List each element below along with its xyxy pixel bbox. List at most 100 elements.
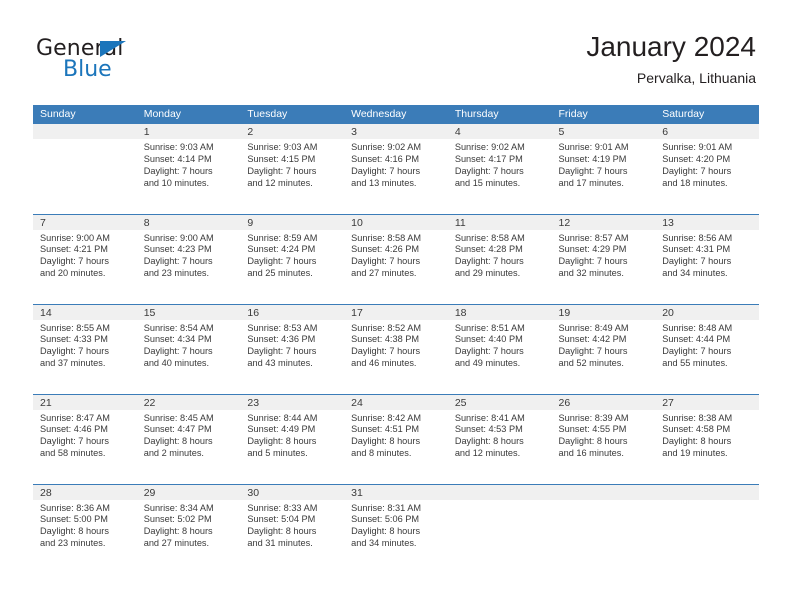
- day-detail-line: Sunset: 4:53 PM: [454, 424, 523, 435]
- day-number: [551, 484, 656, 500]
- day-detail-line: Daylight: 7 hours: [143, 346, 213, 357]
- day-cell-5[interactable]: 5 Sunrise: 9:01 AM Sunset: 4:19 PM Daylight…: [551, 124, 656, 214]
- day-detail-line: Sunrise: 9:03 AM: [143, 142, 214, 152]
- day-details: Sunrise: 8:45 AM Sunset: 4:47 PM Daylight:…: [137, 410, 241, 461]
- calendar-table: Sunday Monday Tuesday Wednesday Thursday Frid…: [33, 105, 759, 574]
- general-blue-logo[interactable]: General Blue: [36, 36, 216, 86]
- day-details: Sunrise: 8:53 AM Sunset: 4:36 PM Daylight:…: [240, 320, 344, 371]
- day-detail-line: Sunrise: 8:31 AM: [351, 502, 422, 513]
- day-detail-line: Daylight: 8 hours: [247, 526, 317, 537]
- day-detail-line: Sunrise: 8:45 AM: [143, 412, 214, 423]
- day-detail-line: Sunset: 4:38 PM: [351, 334, 420, 345]
- day-detail-line: and 49 minutes.: [454, 358, 521, 369]
- day-number: 24: [344, 394, 448, 410]
- day-cell-27[interactable]: 27 Sunrise: 8:38 AM Sunset: 4:58 PM Dayligh…: [655, 393, 759, 484]
- day-detail-line: Sunset: 4:20 PM: [662, 153, 731, 164]
- day-cell-21[interactable]: 21 Sunrise: 8:47 AM Sunset: 4:46 PM Dayligh…: [33, 393, 137, 484]
- day-cell-15[interactable]: 15 Sunrise: 8:54 AM Sunset: 4:34 PM Dayligh…: [136, 303, 241, 394]
- day-detail-line: Sunset: 4:29 PM: [558, 244, 627, 255]
- day-detail-line: and 34 minutes.: [351, 538, 417, 549]
- weekday-header-thursday: Thursday: [447, 105, 552, 124]
- day-detail-line: Daylight: 8 hours: [143, 526, 213, 537]
- day-detail-line: and 31 minutes.: [247, 538, 313, 549]
- day-detail-line: and 34 minutes.: [662, 268, 728, 279]
- day-detail-line: Sunset: 4:24 PM: [247, 244, 316, 255]
- day-cell-2[interactable]: 2 Sunrise: 9:03 AM Sunset: 4:15 PM Daylight…: [240, 124, 345, 214]
- day-detail-line: and 32 minutes.: [558, 268, 624, 279]
- day-detail-line: Sunset: 4:34 PM: [143, 334, 212, 345]
- day-detail-line: Sunset: 4:26 PM: [351, 244, 420, 255]
- day-cell-24[interactable]: 24 Sunrise: 8:42 AM Sunset: 4:51 PM Dayligh…: [344, 393, 448, 484]
- day-number: 9: [240, 214, 345, 230]
- day-cell-11[interactable]: 11 Sunrise: 8:58 AM Sunset: 4:28 PM Dayligh…: [447, 213, 552, 304]
- day-detail-line: Sunrise: 9:02 AM: [454, 142, 525, 152]
- day-cell-8[interactable]: 8 Sunrise: 9:00 AM Sunset: 4:23 PM Daylight…: [136, 213, 241, 304]
- day-cell-25[interactable]: 25 Sunrise: 8:41 AM Sunset: 4:53 PM Dayligh…: [447, 393, 552, 484]
- day-details: Sunrise: 9:00 AM Sunset: 4:21 PM Daylight:…: [33, 230, 137, 281]
- day-number: 2: [240, 124, 345, 139]
- day-detail-line: Daylight: 7 hours: [351, 165, 421, 176]
- day-number: 20: [655, 304, 759, 320]
- day-detail-line: and 20 minutes.: [40, 268, 106, 279]
- day-number: 21: [33, 394, 137, 410]
- day-details: Sunrise: 9:02 AM Sunset: 4:16 PM Daylight:…: [344, 139, 448, 190]
- day-cell-26[interactable]: 26 Sunrise: 8:39 AM Sunset: 4:55 PM Dayligh…: [551, 393, 656, 484]
- day-cell-7[interactable]: 7 Sunrise: 9:00 AM Sunset: 4:21 PM Daylight…: [33, 213, 137, 304]
- day-detail-line: Sunrise: 8:54 AM: [143, 322, 214, 333]
- day-detail-line: Daylight: 7 hours: [351, 346, 421, 357]
- day-detail-line: and 52 minutes.: [558, 358, 624, 369]
- day-cell-31[interactable]: 31 Sunrise: 8:31 AM Sunset: 5:06 PM Dayligh…: [344, 483, 448, 574]
- day-cell-22[interactable]: 22 Sunrise: 8:45 AM Sunset: 4:47 PM Dayligh…: [136, 393, 241, 484]
- day-detail-line: Daylight: 7 hours: [454, 346, 524, 357]
- day-details: [33, 139, 137, 142]
- day-details: Sunrise: 8:34 AM Sunset: 5:02 PM Daylight:…: [137, 500, 241, 551]
- day-cell-13[interactable]: 13 Sunrise: 8:56 AM Sunset: 4:31 PM Dayligh…: [655, 213, 759, 304]
- day-detail-line: Sunset: 4:14 PM: [143, 153, 212, 164]
- day-cell-14[interactable]: 14 Sunrise: 8:55 AM Sunset: 4:33 PM Dayligh…: [33, 303, 137, 394]
- calendar-week-row: 28 Sunrise: 8:36 AM Sunset: 5:00 PM Dayligh…: [33, 483, 759, 574]
- day-detail-line: Sunset: 4:17 PM: [454, 153, 523, 164]
- day-number: 10: [344, 214, 448, 230]
- day-cell-9[interactable]: 9 Sunrise: 8:59 AM Sunset: 4:24 PM Daylight…: [240, 213, 345, 304]
- day-detail-line: and 15 minutes.: [454, 177, 521, 188]
- day-detail-line: and 10 minutes.: [143, 177, 210, 188]
- page-title: January 2024: [586, 31, 756, 62]
- day-detail-line: Daylight: 7 hours: [351, 256, 421, 267]
- day-detail-line: Sunset: 4:15 PM: [247, 153, 316, 164]
- day-cell-20[interactable]: 20 Sunrise: 8:48 AM Sunset: 4:44 PM Dayligh…: [655, 303, 759, 394]
- day-detail-line: and 12 minutes.: [454, 448, 521, 459]
- day-cell-12[interactable]: 12 Sunrise: 8:57 AM Sunset: 4:29 PM Dayligh…: [551, 213, 656, 304]
- day-number: [33, 124, 137, 139]
- day-cell-18[interactable]: 18 Sunrise: 8:51 AM Sunset: 4:40 PM Dayligh…: [447, 303, 552, 394]
- day-detail-line: Sunset: 5:04 PM: [247, 514, 316, 525]
- day-cell-empty: [447, 483, 552, 574]
- day-cell-30[interactable]: 30 Sunrise: 8:33 AM Sunset: 5:04 PM Dayligh…: [240, 483, 345, 574]
- day-cell-17[interactable]: 17 Sunrise: 8:52 AM Sunset: 4:38 PM Dayligh…: [344, 303, 448, 394]
- day-cell-29[interactable]: 29 Sunrise: 8:34 AM Sunset: 5:02 PM Dayligh…: [136, 483, 241, 574]
- day-number: 5: [551, 124, 656, 139]
- day-detail-line: Sunrise: 8:36 AM: [40, 502, 110, 513]
- day-cell-23[interactable]: 23 Sunrise: 8:44 AM Sunset: 4:49 PM Dayligh…: [240, 393, 345, 484]
- day-detail-line: and 17 minutes.: [558, 177, 624, 188]
- weekday-header-tuesday: Tuesday: [240, 105, 345, 124]
- day-details: Sunrise: 8:58 AM Sunset: 4:28 PM Daylight:…: [448, 230, 552, 281]
- day-detail-line: Daylight: 7 hours: [247, 256, 317, 267]
- day-number: 11: [447, 214, 552, 230]
- day-cell-19[interactable]: 19 Sunrise: 8:49 AM Sunset: 4:42 PM Dayligh…: [551, 303, 656, 394]
- day-cell-16[interactable]: 16 Sunrise: 8:53 AM Sunset: 4:36 PM Dayligh…: [240, 303, 345, 394]
- day-cell-28[interactable]: 28 Sunrise: 8:36 AM Sunset: 5:00 PM Dayligh…: [33, 483, 137, 574]
- day-details: Sunrise: 8:52 AM Sunset: 4:38 PM Daylight:…: [344, 320, 448, 371]
- day-cell-3[interactable]: 3 Sunrise: 9:02 AM Sunset: 4:16 PM Daylight…: [344, 124, 448, 214]
- day-detail-line: and 46 minutes.: [351, 358, 417, 369]
- day-number: 1: [136, 124, 241, 139]
- day-cell-6[interactable]: 6 Sunrise: 9:01 AM Sunset: 4:20 PM Daylight…: [655, 124, 759, 214]
- day-number: 19: [551, 304, 656, 320]
- day-cell-4[interactable]: 4 Sunrise: 9:02 AM Sunset: 4:17 PM Daylight…: [447, 124, 552, 214]
- day-details: Sunrise: 9:03 AM Sunset: 4:15 PM Daylight:…: [240, 139, 344, 190]
- day-detail-line: Sunset: 4:42 PM: [558, 334, 627, 345]
- day-cell-10[interactable]: 10 Sunrise: 8:58 AM Sunset: 4:26 PM Dayligh…: [344, 213, 448, 304]
- day-details: [448, 500, 552, 503]
- day-cell-1[interactable]: 1 Sunrise: 9:03 AM Sunset: 4:14 PM Daylight…: [136, 124, 241, 214]
- day-detail-line: Sunrise: 9:00 AM: [40, 232, 110, 243]
- day-detail-line: Daylight: 8 hours: [558, 436, 628, 447]
